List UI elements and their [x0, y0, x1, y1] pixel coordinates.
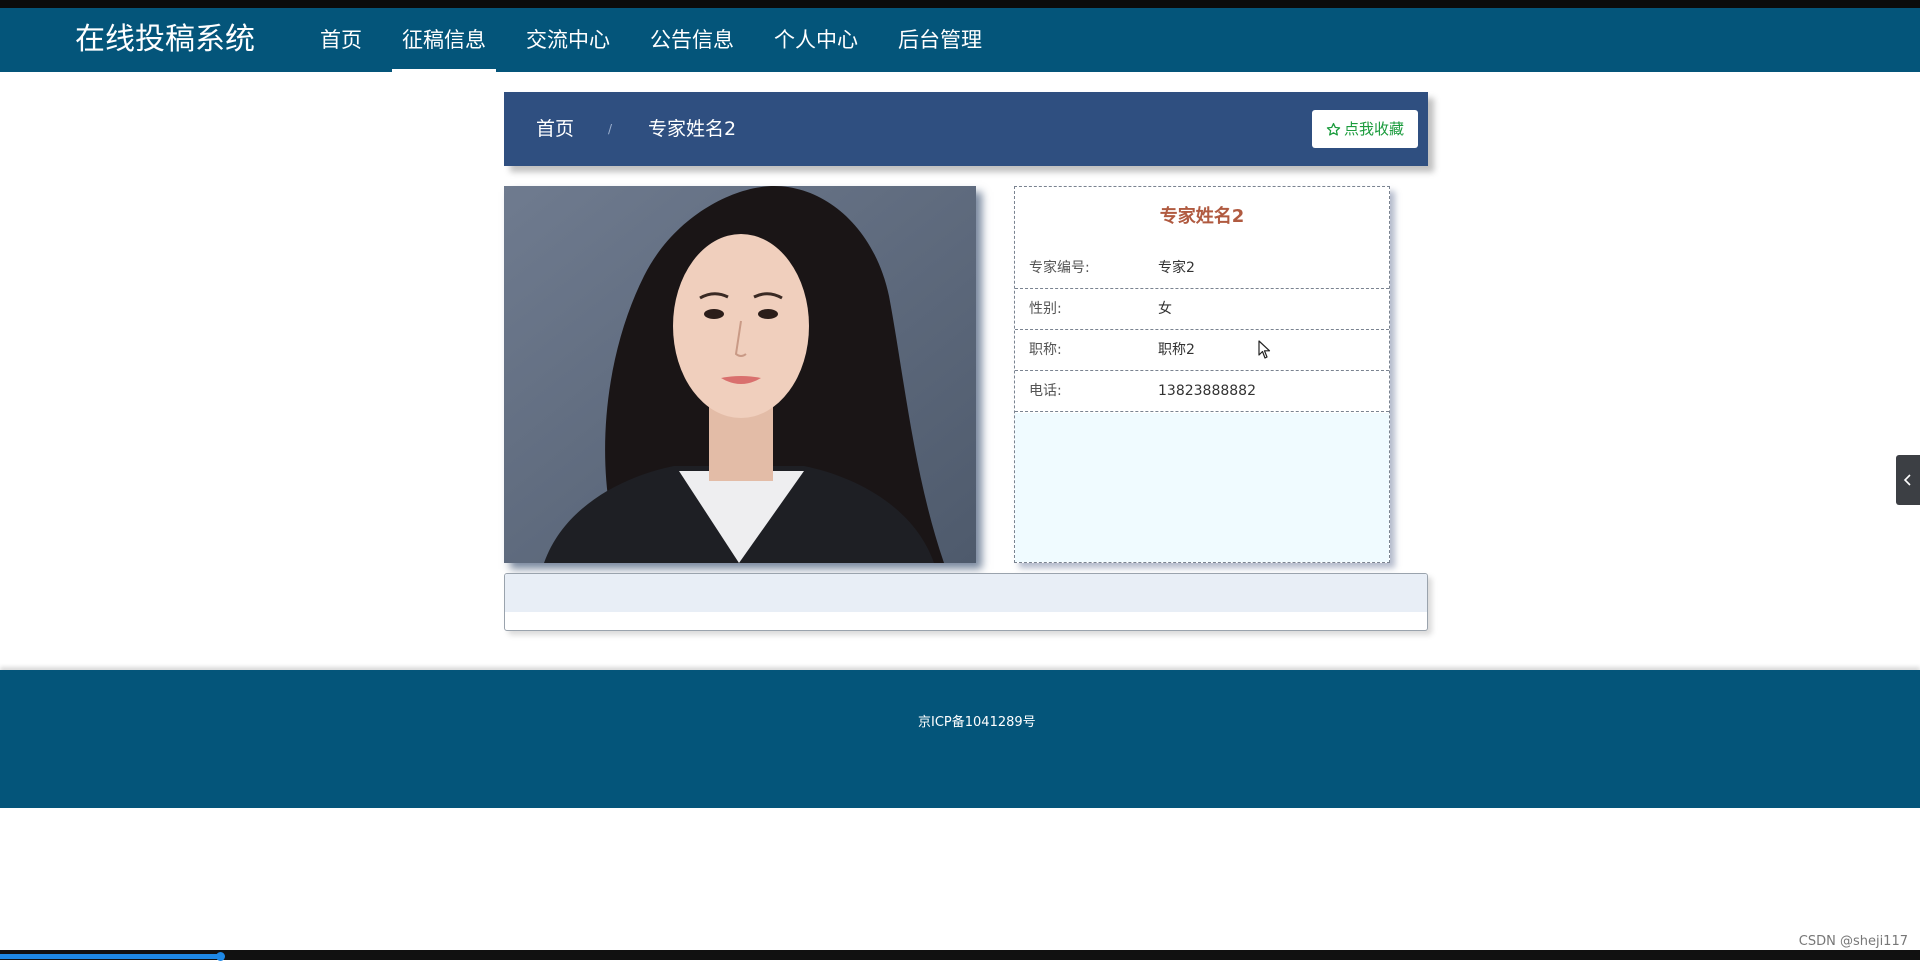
info-row-gender: 性别: 女 [1015, 289, 1389, 330]
field-value: 专家2 [1158, 260, 1195, 276]
breadcrumb-separator: / [608, 122, 613, 136]
expert-info-card: 专家姓名2 专家编号: 专家2 性别: 女 职称: 职称2 电话: 138238… [1014, 186, 1390, 563]
favorite-button[interactable]: 点我收藏 [1312, 110, 1418, 148]
site-brand[interactable]: 在线投稿系统 [75, 20, 255, 60]
field-label: 电话: [1029, 383, 1062, 399]
nav-item-admin[interactable]: 后台管理 [888, 8, 992, 72]
progress-bar [0, 954, 222, 959]
detail-panel-header [505, 574, 1427, 612]
main-nav: 首页 征稿信息 交流中心 公告信息 个人中心 后台管理 [310, 8, 1012, 72]
footer-icp: 京ICP备1041289号 [918, 715, 1036, 730]
side-panel-toggle[interactable] [1896, 455, 1920, 505]
window-top-edge [0, 0, 1920, 8]
nav-item-notices[interactable]: 公告信息 [640, 8, 744, 72]
info-row-title: 职称: 职称2 [1015, 330, 1389, 371]
breadcrumb-bar: 首页 / 专家姓名2 点我收藏 [504, 92, 1428, 166]
breadcrumb-current: 专家姓名2 [648, 118, 737, 140]
field-value: 职称2 [1158, 342, 1195, 358]
field-value: 13823888882 [1158, 383, 1256, 399]
favorite-button-label: 点我收藏 [1343, 120, 1404, 138]
field-label: 性别: [1029, 301, 1062, 317]
info-row-expert-id: 专家编号: 专家2 [1015, 248, 1389, 289]
field-label: 专家编号: [1029, 260, 1090, 276]
detail-panel [504, 573, 1428, 631]
mouse-cursor-icon [1258, 340, 1271, 359]
expert-name: 专家姓名2 [1159, 206, 1245, 227]
page-footer: 京ICP备1041289号 [0, 670, 1920, 808]
expert-photo [504, 186, 976, 563]
field-value: 女 [1158, 301, 1172, 317]
nav-item-forum[interactable]: 交流中心 [516, 8, 620, 72]
top-navbar: 在线投稿系统 首页 征稿信息 交流中心 公告信息 个人中心 后台管理 [0, 8, 1920, 72]
chevron-left-icon [1903, 474, 1911, 486]
star-outline-icon [1326, 122, 1341, 136]
info-row-phone: 电话: 13823888882 [1015, 371, 1389, 412]
info-card-empty-area [1015, 413, 1389, 562]
field-label: 职称: [1029, 342, 1062, 358]
breadcrumb-home-link[interactable]: 首页 [536, 116, 574, 142]
expert-portrait-image [504, 186, 976, 563]
window-bottom-edge [0, 950, 1920, 960]
nav-item-calls[interactable]: 征稿信息 [392, 8, 496, 72]
watermark: CSDN @sheji117 [1798, 934, 1908, 949]
nav-item-profile[interactable]: 个人中心 [764, 8, 868, 72]
nav-item-home[interactable]: 首页 [310, 8, 372, 72]
